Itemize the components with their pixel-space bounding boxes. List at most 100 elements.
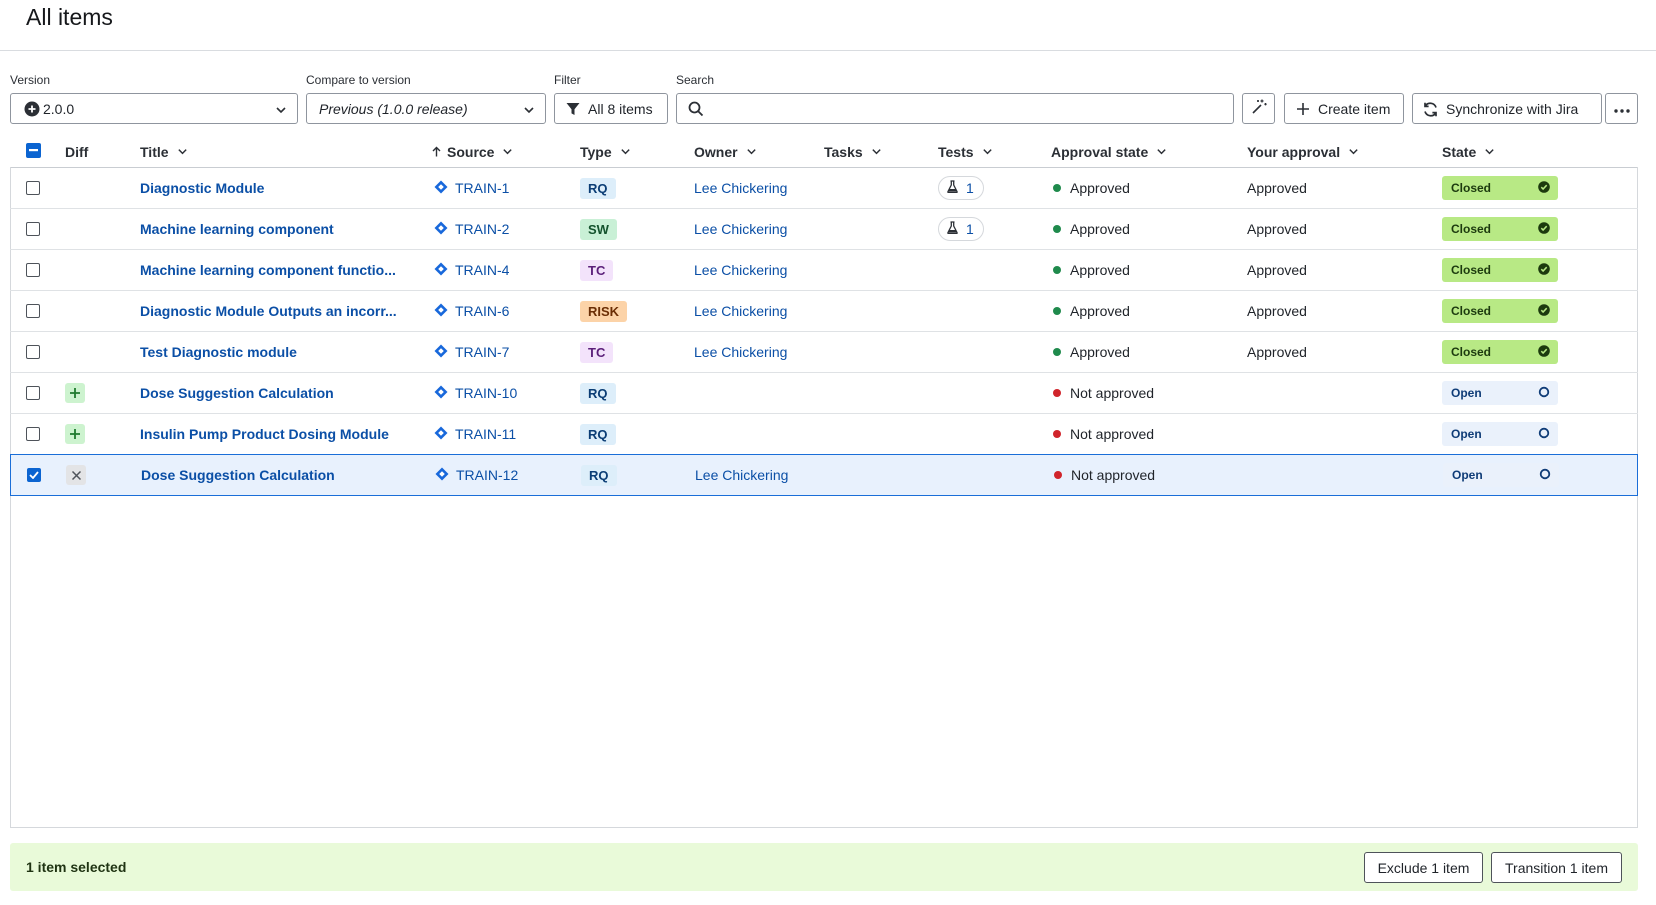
table-row[interactable]: Machine learning component TRAIN-2 SW Lee C… [10, 209, 1638, 250]
column-approval-state[interactable]: Approval state [1051, 144, 1167, 160]
row-source[interactable]: TRAIN-10 [434, 373, 517, 413]
check-circle-icon [1538, 221, 1550, 237]
row-type-badge: RQ [580, 373, 616, 413]
column-type[interactable]: Type [580, 144, 631, 160]
row-approval-state: Approved [1053, 250, 1130, 290]
table-row[interactable]: Diagnostic Module TRAIN-1 RQ Lee Chickering… [10, 168, 1638, 209]
row-type-badge: RISK [580, 291, 628, 331]
column-title[interactable]: Title [140, 144, 188, 160]
jira-diamond-icon [435, 467, 449, 484]
magic-wand-icon [1250, 98, 1268, 119]
table-row[interactable]: Machine learning component functio... TRA… [10, 250, 1638, 291]
funnel-icon [565, 101, 581, 120]
row-checkbox[interactable] [26, 414, 40, 454]
jira-diamond-icon [434, 180, 448, 197]
row-checkbox[interactable] [26, 373, 40, 413]
select-all-checkbox[interactable] [26, 143, 41, 158]
row-source[interactable]: TRAIN-4 [434, 250, 509, 290]
compare-label: Compare to version [306, 73, 411, 87]
row-owner[interactable]: Lee Chickering [695, 455, 788, 495]
status-dot [1053, 348, 1061, 356]
synchronize-jira-button[interactable]: Synchronize with Jira [1412, 93, 1602, 124]
row-owner[interactable]: Lee Chickering [694, 250, 787, 290]
table-row[interactable]: Diagnostic Module Outputs an incorr... TR… [10, 291, 1638, 332]
row-type-badge: RQ [581, 455, 617, 495]
row-title[interactable]: Test Diagnostic module [140, 332, 297, 372]
row-checkbox[interactable] [26, 209, 40, 249]
row-owner[interactable]: Lee Chickering [694, 291, 787, 331]
table-row[interactable]: Insulin Pump Product Dosing Module TRAIN-… [10, 414, 1638, 455]
diff-removed-icon [66, 455, 86, 495]
row-tests[interactable]: 1 [938, 168, 984, 208]
column-state[interactable]: State [1442, 144, 1495, 160]
row-title[interactable]: Diagnostic Module Outputs an incorr... [140, 291, 397, 331]
row-state-badge[interactable]: Closed [1442, 209, 1558, 249]
row-state-badge[interactable]: Open [1442, 414, 1558, 454]
row-tests[interactable]: 1 [938, 209, 984, 249]
search-input[interactable] [709, 94, 1233, 123]
row-state-badge[interactable]: Closed [1442, 250, 1558, 290]
sync-icon [1422, 101, 1439, 121]
chevron-down-icon [871, 144, 882, 160]
exclude-item-button[interactable]: Exclude 1 item [1364, 852, 1483, 883]
status-dot [1053, 184, 1061, 192]
row-title[interactable]: Dose Suggestion Calculation [140, 373, 334, 413]
sync-label: Synchronize with Jira [1446, 100, 1579, 117]
row-source[interactable]: TRAIN-2 [434, 209, 509, 249]
diff-added-icon [65, 373, 85, 413]
row-title[interactable]: Machine learning component functio... [140, 250, 396, 290]
row-checkbox[interactable] [26, 332, 40, 372]
row-state-badge[interactable]: Closed [1442, 168, 1558, 208]
row-checkbox[interactable] [27, 455, 41, 495]
row-owner[interactable]: Lee Chickering [694, 209, 787, 249]
transition-item-button[interactable]: Transition 1 item [1491, 852, 1622, 883]
more-actions-button[interactable] [1605, 93, 1638, 124]
table-row[interactable]: Dose Suggestion Calculation TRAIN-12 RQ Lee… [10, 454, 1638, 496]
column-source[interactable]: Source [432, 144, 513, 160]
check-circle-icon [1538, 180, 1550, 196]
row-your-approval: Approved [1247, 303, 1307, 319]
column-owner[interactable]: Owner [694, 144, 757, 160]
magic-wand-button[interactable] [1242, 93, 1275, 124]
row-source[interactable]: TRAIN-6 [434, 291, 509, 331]
table-row[interactable]: Dose Suggestion Calculation TRAIN-10 RQ Not… [10, 373, 1638, 414]
table-row[interactable]: Test Diagnostic module TRAIN-7 TC Lee Chick… [10, 332, 1638, 373]
row-source[interactable]: TRAIN-7 [434, 332, 509, 372]
row-your-approval: Approved [1247, 180, 1307, 196]
column-your-approval[interactable]: Your approval [1247, 144, 1359, 160]
row-title[interactable]: Machine learning component [140, 209, 334, 249]
chevron-down-icon [746, 144, 757, 160]
row-title[interactable]: Diagnostic Module [140, 168, 264, 208]
row-source[interactable]: TRAIN-12 [435, 455, 518, 495]
row-owner[interactable]: Lee Chickering [694, 168, 787, 208]
column-tasks[interactable]: Tasks [824, 144, 882, 160]
row-checkbox[interactable] [26, 291, 40, 331]
jira-diamond-icon [434, 221, 448, 238]
column-tests[interactable]: Tests [938, 144, 993, 160]
row-state-badge[interactable]: Open [1442, 373, 1558, 413]
row-state-badge[interactable]: Closed [1442, 291, 1558, 331]
row-source[interactable]: TRAIN-11 [434, 414, 516, 454]
row-state-badge[interactable]: Open [1443, 455, 1559, 495]
filter-button[interactable]: All 8 items [554, 93, 668, 124]
row-your-approval: Approved [1247, 344, 1307, 360]
plus-icon [1296, 102, 1310, 119]
search-field[interactable] [676, 93, 1234, 124]
selection-bar: 1 item selected Exclude 1 item Transitio… [10, 843, 1638, 891]
flask-icon [947, 221, 958, 237]
row-owner[interactable]: Lee Chickering [694, 332, 787, 372]
create-item-button[interactable]: Create item [1284, 93, 1404, 124]
sort-ascending-icon [432, 144, 441, 160]
chevron-down-icon [620, 144, 631, 160]
row-source[interactable]: TRAIN-1 [434, 168, 509, 208]
compare-version-select[interactable]: Previous (1.0.0 release) [306, 93, 546, 124]
version-select[interactable]: 2.0.0 [10, 93, 298, 124]
row-approval-state: Approved [1053, 168, 1130, 208]
jira-diamond-icon [434, 344, 448, 361]
row-title[interactable]: Dose Suggestion Calculation [141, 455, 335, 495]
row-checkbox[interactable] [26, 250, 40, 290]
chevron-down-icon [275, 103, 287, 119]
row-checkbox[interactable] [26, 168, 40, 208]
row-title[interactable]: Insulin Pump Product Dosing Module [140, 414, 389, 454]
row-state-badge[interactable]: Closed [1442, 332, 1558, 372]
